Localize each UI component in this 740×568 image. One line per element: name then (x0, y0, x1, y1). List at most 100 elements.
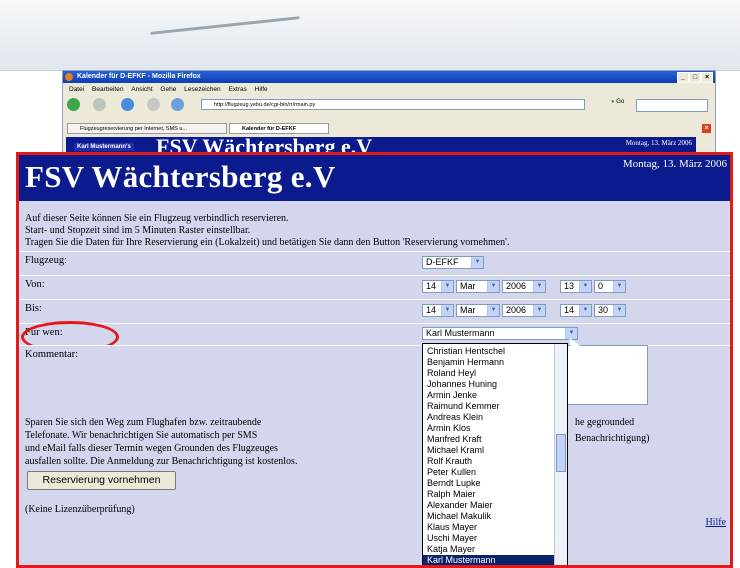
row-von: Von: 14 ▼ Mar ▼ 2006 ▼ 13 ▼ 0 ▼ (19, 275, 730, 297)
von-day-select[interactable]: 14 ▼ (422, 280, 454, 293)
bis-minute-select[interactable]: 30 ▼ (594, 304, 626, 317)
go-icon: ● (611, 99, 615, 105)
preview-date: Montag, 13. März 2006 (625, 139, 692, 147)
dropdown-option[interactable]: Karl Mustermann (423, 555, 557, 565)
home-icon[interactable] (171, 98, 184, 111)
chevron-down-icon: ▼ (579, 305, 591, 316)
chevron-down-icon: ▼ (613, 281, 625, 292)
search-input[interactable] (636, 99, 708, 112)
menu-gehe[interactable]: Gehe (160, 86, 176, 93)
von-label: Von: (25, 279, 45, 290)
reload-icon[interactable] (121, 98, 134, 111)
close-window-button[interactable]: × (701, 72, 713, 83)
chevron-down-icon: ▼ (487, 281, 499, 292)
reservierung-button[interactable]: Reservierung vornehmen (27, 471, 176, 490)
user-badge: Karl Mustermann's (74, 143, 134, 151)
bis-minute-value: 30 (598, 305, 609, 315)
dropdown-option[interactable]: Manfred Kraft (423, 434, 557, 445)
menu-datei[interactable]: Datei (69, 86, 84, 93)
von-day-value: 14 (426, 281, 437, 291)
dropdown-option[interactable]: Armin Jenke (423, 390, 557, 401)
row-bis: Bis: 14 ▼ Mar ▼ 2006 ▼ 14 ▼ 30 ▼ (19, 299, 730, 321)
intro-line-2: Start- und Stopzeit sind im 5 Minuten Ra… (25, 225, 251, 236)
dropdown-option[interactable]: Klaus Mayer (423, 522, 557, 533)
firefox-window: Kalender für D-EFKF - Mozilla Firefox _ … (62, 70, 716, 162)
fuer-wen-value: Karl Mustermann (426, 328, 495, 338)
scrollbar-thumb[interactable] (556, 434, 566, 472)
minimize-button[interactable]: _ (677, 72, 689, 83)
bis-month-value: Mar (460, 305, 476, 315)
menu-hilfe[interactable]: Hilfe (255, 86, 268, 93)
bis-year-value: 2006 (506, 305, 527, 315)
dropdown-option[interactable]: Peter Kullen (423, 467, 557, 478)
chevron-down-icon: ▼ (471, 257, 483, 268)
menu-extras[interactable]: Extras (228, 86, 246, 93)
dropdown-option[interactable]: Berndt Lupke (423, 478, 557, 489)
von-minute-select[interactable]: 0 ▼ (594, 280, 626, 293)
notify-line-4: ausfallen sollte. Die Anmeldung zur Bena… (25, 456, 298, 467)
stop-icon[interactable] (147, 98, 160, 111)
page-title: FSV Wächtersberg e.V (25, 159, 336, 194)
notify-right-2: Benachrichtigung) (575, 433, 650, 444)
close-tab-icon[interactable]: × (702, 124, 711, 133)
dropdown-option[interactable]: Christian Hentschel (423, 346, 557, 357)
page-header: FSV Wächtersberg e.V Montag, 13. März 20… (19, 155, 730, 201)
window-titlebar: Kalender für D-EFKF - Mozilla Firefox _ … (63, 71, 715, 83)
notify-line-2: Telefonate. Wir benachrichtigen Sie auto… (25, 430, 258, 441)
go-button[interactable]: ● Go (611, 99, 624, 105)
menu-bearbeiten[interactable]: Bearbeiten (92, 86, 123, 93)
zoomed-page: FSV Wächtersberg e.V Montag, 13. März 20… (16, 152, 733, 568)
fuer-wen-select[interactable]: Karl Mustermann ▼ (422, 327, 578, 340)
bis-hour-select[interactable]: 14 ▼ (560, 304, 592, 317)
dropdown-option[interactable]: Roland Heyl (423, 368, 557, 379)
bis-hour-value: 14 (564, 305, 575, 315)
tab-flugzeugreservierung[interactable]: Flugzeugreservierung per Internet, SMS u… (67, 123, 227, 134)
dropdown-option[interactable]: Rolf Krauth (423, 456, 557, 467)
tab-kalender[interactable]: Kalender für D-EFKF (229, 123, 329, 134)
help-link[interactable]: Hilfe (705, 517, 726, 528)
bis-day-select[interactable]: 14 ▼ (422, 304, 454, 317)
chevron-down-icon: ▼ (441, 305, 453, 316)
dropdown-option[interactable]: Armin Klos (423, 423, 557, 434)
dropdown-option[interactable]: Benjamin Hermann (423, 357, 557, 368)
von-month-value: Mar (460, 281, 476, 291)
intro-line-1: Auf dieser Seite können Sie ein Flugzeug… (25, 213, 289, 224)
navigation-toolbar: http://flugzeug.yebu.de/cgi-bin/rr/rmain… (63, 95, 715, 115)
menu-bar: Datei Bearbeiten Ansicht Gehe Lesezeiche… (63, 84, 715, 95)
bis-month-select[interactable]: Mar ▼ (456, 304, 500, 317)
von-year-select[interactable]: 2006 ▼ (502, 280, 546, 293)
dropdown-option[interactable]: Ralph Maier (423, 489, 557, 500)
intro-line-3: Tragen Sie die Daten für Ihre Reservieru… (25, 237, 510, 248)
dropdown-option[interactable]: Michael Makulik (423, 511, 557, 522)
notify-right-1: he gegrounded (575, 417, 635, 428)
dropdown-option[interactable]: Uschi Mayer (423, 533, 557, 544)
flugzeug-value: D-EFKF (426, 257, 459, 267)
tab-bar: Flugzeugreservierung per Internet, SMS u… (63, 121, 715, 135)
bis-day-value: 14 (426, 305, 437, 315)
url-input[interactable]: http://flugzeug.yebu.de/cgi-bin/rr/rmain… (201, 99, 585, 110)
menu-lesezeichen[interactable]: Lesezeichen (184, 86, 221, 93)
chevron-down-icon: ▼ (533, 305, 545, 316)
dropdown-option[interactable]: Alexander Maier (423, 500, 557, 511)
go-label: Go (616, 99, 625, 105)
menu-ansicht[interactable]: Ansicht (131, 86, 152, 93)
notify-line-1: Sparen Sie sich den Weg zum Flughafen bz… (25, 417, 262, 428)
dropdown-option[interactable]: Johannes Huning (423, 379, 557, 390)
von-hour-select[interactable]: 13 ▼ (560, 280, 592, 293)
chevron-down-icon: ▼ (441, 281, 453, 292)
dropdown-scrollbar[interactable] (554, 344, 567, 565)
forward-icon[interactable] (93, 98, 106, 111)
dropdown-option[interactable]: Michael Kraml (423, 445, 557, 456)
von-year-value: 2006 (506, 281, 527, 291)
maximize-button[interactable]: □ (689, 72, 701, 83)
page-date: Montag, 13. März 2006 (622, 158, 727, 170)
von-minute-value: 0 (598, 281, 604, 291)
flugzeug-select[interactable]: D-EFKF ▼ (422, 256, 484, 269)
von-month-select[interactable]: Mar ▼ (456, 280, 500, 293)
back-icon[interactable] (67, 98, 80, 111)
bis-year-select[interactable]: 2006 ▼ (502, 304, 546, 317)
dropdown-option[interactable]: Katja Mayer (423, 544, 557, 555)
background-banner (0, 0, 740, 71)
dropdown-option[interactable]: Andreas Klein (423, 412, 557, 423)
dropdown-option[interactable]: Raimund Kemmer (423, 401, 557, 412)
